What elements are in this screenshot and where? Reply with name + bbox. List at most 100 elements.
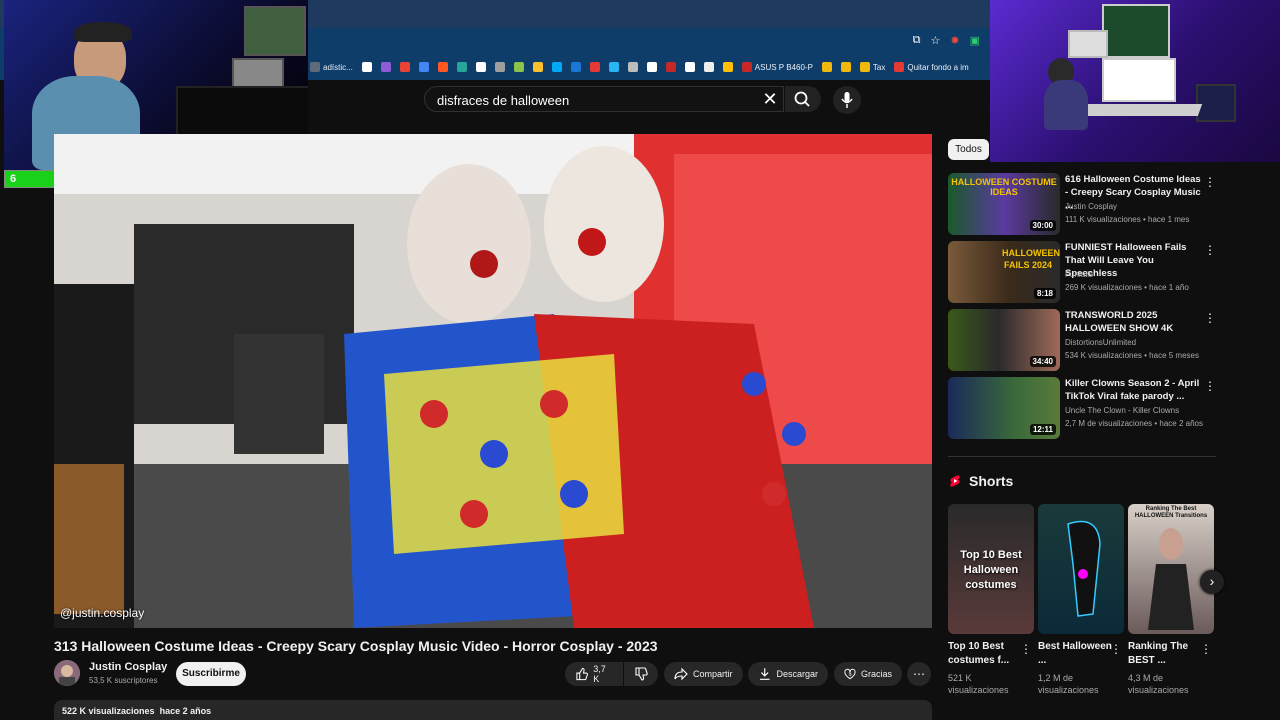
more-vertical-icon[interactable]: ⋮: [1204, 311, 1216, 325]
bookmark-item[interactable]: [684, 62, 695, 72]
description-box[interactable]: 522 K visualizaciones hace 2 años: [54, 700, 932, 720]
clear-search-icon[interactable]: ✕: [762, 90, 778, 108]
video-thumbnail[interactable]: 12:11: [948, 377, 1060, 439]
voice-search-button[interactable]: [833, 86, 861, 114]
short-title[interactable]: Top 10 Best costumes f...: [948, 640, 1022, 668]
recommended-channel[interactable]: Funfails: [1065, 270, 1093, 279]
bookmark-favicon-icon: [494, 62, 505, 72]
more-actions-button[interactable]: ⋯: [907, 662, 931, 686]
short-thumbnail[interactable]: [1038, 504, 1124, 634]
bookmark-item[interactable]: [380, 62, 391, 72]
bookmark-label: Tax: [872, 62, 886, 72]
bookmark-favicon-icon: [627, 62, 638, 72]
recommended-video[interactable]: 12:11 Killer Clowns Season 2 - April Tik…: [948, 377, 1216, 439]
extension-icon[interactable]: ▣: [970, 34, 980, 47]
bookmark-favicon-icon: [646, 62, 657, 72]
bookmark-item[interactable]: [494, 62, 505, 72]
video-player[interactable]: [54, 134, 932, 628]
recommended-title[interactable]: Killer Clowns Season 2 - April TikTok Vi…: [1065, 377, 1201, 403]
bookmark-favicon-icon: [570, 62, 581, 72]
bookmark-item[interactable]: [703, 62, 714, 72]
short-views: 4,3 M de visualizaciones: [1128, 673, 1189, 695]
install-app-icon[interactable]: ⧉: [913, 34, 921, 47]
short-thumbnail[interactable]: Ranking The Best HALLOWEEN Transitions: [1128, 504, 1214, 634]
bookmark-favicon-icon: [684, 62, 695, 72]
bookmark-item[interactable]: [665, 62, 676, 72]
recommended-title[interactable]: TRANSWORLD 2025 HALLOWEEN SHOW 4K: [1065, 309, 1201, 335]
more-vertical-icon[interactable]: ⋮: [1020, 642, 1032, 656]
like-button[interactable]: 3,7 K: [565, 662, 623, 686]
bookmark-item[interactable]: ASUS P B460-P: [741, 62, 813, 72]
search-box[interactable]: [424, 86, 784, 112]
bookmark-favicon-icon: [399, 62, 410, 72]
recommended-video[interactable]: 34:40 TRANSWORLD 2025 HALLOWEEN SHOW 4K …: [948, 309, 1216, 371]
filter-chip-all[interactable]: Todos: [948, 139, 989, 160]
view-count: 522 K visualizaciones: [62, 706, 155, 716]
bookmark-favicon-icon: [821, 62, 832, 72]
recommended-video[interactable]: HALLOWEEN COSTUME IDEAS 30:00 616 Hallow…: [948, 173, 1216, 235]
bookmark-item[interactable]: [513, 62, 524, 72]
bookmark-item[interactable]: Quitar fondo a im: [894, 62, 969, 72]
bookmark-star-icon[interactable]: ☆: [931, 34, 941, 47]
bookmark-item[interactable]: [361, 62, 372, 72]
upload-date: hace 2 años: [159, 706, 212, 716]
bookmark-item[interactable]: [570, 62, 581, 72]
video-thumbnail[interactable]: HALLOWEEN FAILS 2024 8:18: [948, 241, 1060, 303]
extension-icon[interactable]: ✸: [950, 34, 959, 47]
short-item[interactable]: Ranking The Best HALLOWEEN Transitions R…: [1128, 504, 1214, 695]
shorts-next-button[interactable]: ›: [1200, 570, 1224, 594]
bookmark-item[interactable]: [840, 62, 851, 72]
short-thumbnail[interactable]: Top 10 Best Halloween costumes: [948, 504, 1034, 634]
bookmark-item[interactable]: [589, 62, 600, 72]
search-button[interactable]: [785, 86, 821, 112]
more-vertical-icon[interactable]: ⋮: [1200, 642, 1212, 656]
super-thanks-icon: $: [844, 668, 856, 680]
more-horizontal-icon: ⋯: [913, 667, 925, 681]
bookmark-item[interactable]: [627, 62, 638, 72]
bookmark-item[interactable]: [399, 62, 410, 72]
short-item[interactable]: Top 10 Best Halloween costumes Top 10 Be…: [948, 504, 1034, 695]
download-button[interactable]: Descargar: [748, 662, 828, 686]
video-thumbnail[interactable]: HALLOWEEN COSTUME IDEAS 30:00: [948, 173, 1060, 235]
more-vertical-icon[interactable]: ⋮: [1110, 642, 1122, 656]
recommended-channel[interactable]: DistortionsUnlimited: [1065, 338, 1136, 347]
recommended-meta: 111 K visualizaciones • hace 1 mes: [1065, 215, 1190, 224]
recommended-meta: 269 K visualizaciones • hace 1 año: [1065, 283, 1189, 292]
bookmark-item[interactable]: [437, 62, 448, 72]
channel-avatar[interactable]: [54, 660, 80, 686]
bookmark-item[interactable]: [646, 62, 657, 72]
short-title[interactable]: Best Halloween ...: [1038, 640, 1112, 668]
bookmark-item[interactable]: [821, 62, 832, 72]
video-watermark: @justin.cosplay: [60, 606, 145, 620]
video-thumbnail[interactable]: 34:40: [948, 309, 1060, 371]
more-vertical-icon[interactable]: ⋮: [1204, 243, 1216, 257]
bookmark-favicon-icon: [551, 62, 562, 72]
bookmark-item[interactable]: [608, 62, 619, 72]
more-vertical-icon[interactable]: ⋮: [1204, 379, 1216, 393]
thanks-button[interactable]: $ Gracias: [834, 662, 902, 686]
recommended-channel[interactable]: Justin Cosplay: [1065, 202, 1117, 211]
search-input[interactable]: [435, 92, 759, 109]
short-views: 1,2 M de visualizaciones: [1038, 673, 1099, 695]
bookmark-item[interactable]: [722, 62, 733, 72]
bookmark-item[interactable]: Tax: [859, 62, 886, 72]
recommended-channel[interactable]: Uncle The Clown - Killer Clowns: [1065, 406, 1179, 415]
bookmark-item[interactable]: [418, 62, 429, 72]
short-views: 521 K visualizaciones: [948, 673, 1009, 695]
subscribe-button[interactable]: Suscribirme: [176, 662, 246, 686]
dislike-button[interactable]: [624, 662, 658, 686]
bookmark-item[interactable]: [551, 62, 562, 72]
recommended-video[interactable]: HALLOWEEN FAILS 2024 8:18 FUNNIEST Hallo…: [948, 241, 1216, 303]
channel-name[interactable]: Justin Cosplay: [89, 661, 167, 673]
bookmark-item[interactable]: [532, 62, 543, 72]
thumbs-up-icon: [576, 667, 588, 681]
short-item[interactable]: Best Halloween ... 1,2 M de visualizacio…: [1038, 504, 1124, 695]
share-button[interactable]: Compartir: [664, 662, 743, 686]
bookmark-item[interactable]: [456, 62, 467, 72]
bookmark-item[interactable]: [475, 62, 486, 72]
microphone-icon: [841, 92, 853, 108]
share-label: Compartir: [693, 669, 733, 679]
more-vertical-icon[interactable]: ⋮: [1204, 175, 1216, 189]
bookmark-item[interactable]: adístic...: [310, 62, 353, 72]
short-title[interactable]: Ranking The BEST ...: [1128, 640, 1202, 668]
